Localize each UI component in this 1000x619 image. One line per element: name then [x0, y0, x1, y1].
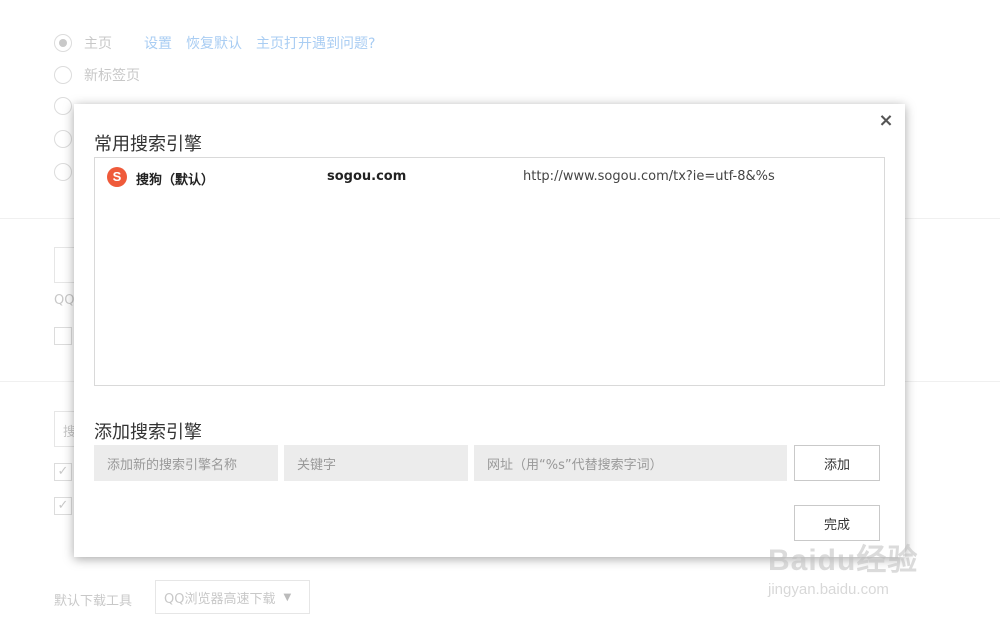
- radio-checked-icon[interactable]: [54, 34, 72, 52]
- homepage-problem-link[interactable]: 主页打开遇到问题?: [256, 33, 375, 53]
- chevron-down-icon: ▼: [283, 591, 292, 603]
- add-engine-title: 添加搜索引擎: [94, 422, 202, 443]
- download-tool-select[interactable]: QQ浏览器高速下载 ▼: [155, 580, 310, 614]
- engine-list: S 搜狗（默认） sogou.com http://www.sogou.com/…: [94, 157, 885, 386]
- add-button[interactable]: 添加: [794, 445, 880, 481]
- engine-name-input[interactable]: 添加新的搜索引擎名称: [94, 445, 278, 481]
- engine-row[interactable]: S 搜狗（默认） sogou.com http://www.sogou.com/…: [95, 158, 884, 198]
- checkbox-checked[interactable]: ✓: [54, 497, 72, 515]
- startup-option-newtab[interactable]: 新标签页: [54, 65, 140, 85]
- common-engines-title: 常用搜索引擎: [94, 134, 202, 155]
- checkbox[interactable]: [54, 327, 72, 345]
- watermark-logo: Baidu经验: [768, 544, 919, 577]
- download-tool-value: QQ浏览器高速下载: [164, 591, 276, 607]
- startup-option-label: 主页: [84, 36, 112, 52]
- settings-link[interactable]: 设置: [144, 33, 172, 53]
- radio-icon[interactable]: [54, 130, 72, 148]
- baidu-jingyan-watermark: Baidu经验 jingyan.baidu.com: [768, 535, 948, 605]
- qq-partial-text: QQ: [54, 293, 75, 308]
- radio-icon[interactable]: [54, 66, 72, 84]
- engine-url: http://www.sogou.com/tx?ie=utf-8&%s: [523, 169, 775, 184]
- startup-option-label: 新标签页: [84, 68, 140, 84]
- close-icon[interactable]: ×: [877, 112, 895, 130]
- sogou-logo-icon: S: [107, 167, 127, 187]
- radio-icon[interactable]: [54, 163, 72, 181]
- radio-icon[interactable]: [54, 97, 72, 115]
- keyword-input[interactable]: 关键字: [284, 445, 468, 481]
- watermark-site: jingyan.baidu.com: [768, 581, 889, 598]
- restore-default-link[interactable]: 恢复默认: [186, 33, 242, 53]
- engine-keyword: sogou.com: [327, 169, 407, 184]
- startup-option-homepage[interactable]: 主页 设置 恢复默认 主页打开遇到问题?: [54, 33, 375, 53]
- url-input[interactable]: 网址（用“%s”代替搜索字词）: [474, 445, 787, 481]
- checkbox-checked[interactable]: ✓: [54, 463, 72, 481]
- download-tool-label: 默认下载工具: [54, 594, 133, 609]
- engine-name: 搜狗（默认）: [136, 173, 215, 188]
- search-engine-dialog: × 常用搜索引擎 S 搜狗（默认） sogou.com http://www.s…: [74, 104, 905, 557]
